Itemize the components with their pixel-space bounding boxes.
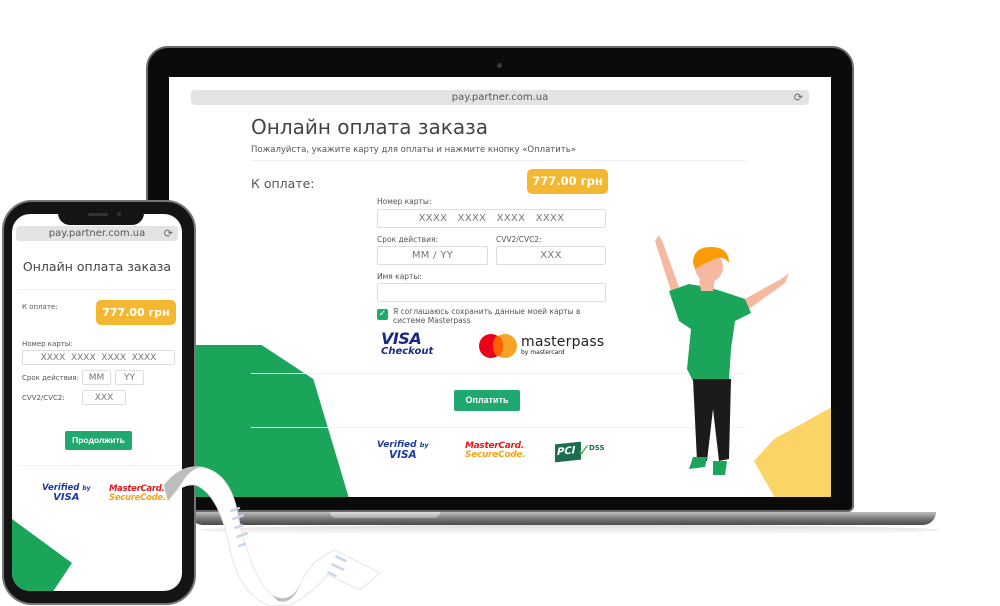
phone-notch [58, 207, 144, 225]
page-title: Онлайн оплата заказа [251, 115, 489, 139]
expiry-label: Срок действия: [22, 374, 79, 382]
amount-badge: 777.00 грн [527, 169, 608, 194]
receipt-ribbon-illustration [163, 466, 380, 606]
url-text: pay.partner.com.ua [48, 228, 146, 239]
visa-text: VISA [388, 449, 417, 461]
page-title: Онлайн оплата заказа [22, 259, 172, 274]
by-text: by [419, 441, 429, 449]
divider [18, 289, 176, 290]
dss-text: DSS [589, 444, 605, 452]
phone-speaker [88, 213, 108, 216]
masterpass-logo[interactable]: masterpass by mastercard [521, 335, 604, 356]
amount-label: К оплате: [22, 303, 58, 311]
pci-dss-badge: PCI ✓ DSS [555, 441, 610, 463]
pay-button[interactable]: Оплатить [454, 390, 520, 411]
expiry-year-input[interactable] [115, 370, 144, 385]
verified-by-visa-badge: Verified by VISA [42, 484, 91, 503]
continue-button[interactable]: Продолжить [65, 431, 132, 450]
expiry-label: Срок действия: [377, 235, 438, 244]
card-number-input[interactable] [22, 350, 175, 365]
securecode-text: SecureCode. [109, 492, 166, 503]
amount-badge: 777.00 грн [96, 300, 176, 325]
cvv-label: CVV2/CVC2: [496, 235, 542, 244]
laptop-screen: pay.partner.com.ua ⟳ Онлайн оплата заказ… [169, 77, 831, 497]
visa-checkout-logo[interactable]: VISA Checkout [381, 331, 433, 357]
divider [251, 160, 746, 161]
card-name-label: Имя карты: [377, 272, 422, 281]
card-number-label: Номер карты: [22, 340, 73, 348]
mastercard-circles-icon[interactable] [479, 334, 519, 358]
address-bar[interactable]: pay.partner.com.ua ⟳ [16, 226, 178, 241]
cvv-label: CVV2/CVC2: [22, 394, 65, 402]
save-card-checkbox-label: Я соглашаюсь сохранить данные моей карты… [393, 307, 581, 325]
save-card-checkbox[interactable]: ✓ [377, 309, 388, 320]
phone-camera [117, 212, 121, 216]
securecode-text: SecureCode. [465, 450, 526, 460]
mastercard-securecode-badge: MasterCard. SecureCode. [109, 485, 166, 502]
cvv-input[interactable] [496, 246, 606, 265]
cvv-input[interactable] [82, 390, 126, 405]
page-subtitle: Пожалуйста, укажите карту для оплаты и н… [251, 145, 576, 155]
person-illustration [655, 235, 789, 475]
expiry-month-input[interactable] [82, 370, 111, 385]
card-number-input[interactable] [377, 209, 606, 228]
visa-text: VISA [53, 491, 80, 503]
expiry-input[interactable] [377, 246, 488, 265]
masterpass-tagline: by mastercard [521, 349, 565, 356]
by-text: by [82, 485, 91, 492]
visa-checkout-line1: VISA [381, 329, 422, 348]
decorative-green-shape [12, 519, 72, 591]
mastercard-overlap [493, 336, 503, 356]
reload-icon[interactable]: ⟳ [164, 226, 173, 241]
verified-by-visa-badge: Verified by VISA [377, 441, 429, 461]
amount-label: К оплате: [251, 176, 315, 191]
phone-screen: pay.partner.com.ua ⟳ Онлайн оплата заказ… [12, 214, 182, 591]
divider [18, 465, 176, 466]
address-bar[interactable]: pay.partner.com.ua ⟳ [191, 90, 809, 105]
url-text: pay.partner.com.ua [451, 92, 549, 103]
reload-icon[interactable]: ⟳ [794, 91, 803, 104]
card-number-label: Номер карты: [377, 197, 432, 206]
card-name-input[interactable] [377, 283, 606, 302]
visa-checkout-line2: Checkout [381, 346, 434, 357]
mastercard-securecode-badge: MasterCard. SecureCode. [465, 442, 526, 460]
masterpass-wordmark: masterpass [521, 334, 605, 350]
laptop-camera [497, 63, 502, 68]
